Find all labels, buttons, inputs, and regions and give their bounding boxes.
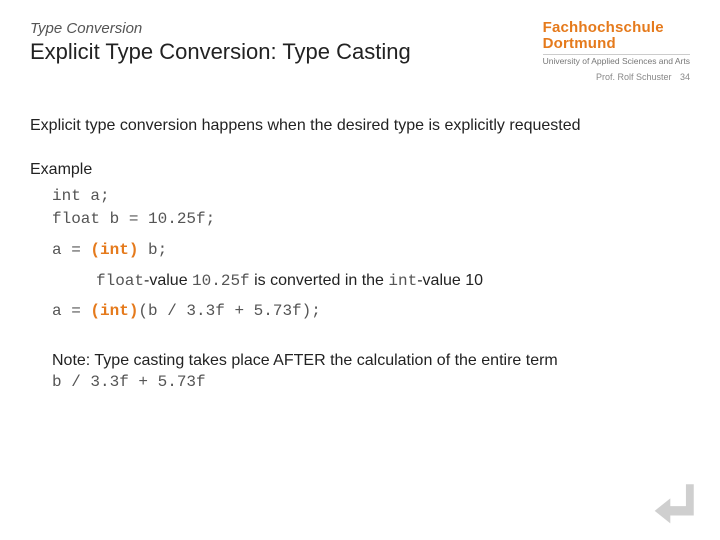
institution-logo: Fachhochschule Dortmund University of Ap… — [543, 20, 690, 65]
logo-subtitle: University of Applied Sciences and Arts — [543, 54, 690, 66]
cast-keyword: (int) — [90, 241, 138, 259]
explain-text: is converted in the — [250, 272, 389, 289]
logo-line1: Fachhochschule — [543, 20, 690, 36]
page-number: 34 — [680, 72, 690, 82]
example-label: Example — [30, 159, 690, 181]
code-line-4: a = (int)(b / 3.3f + 5.73f); — [52, 301, 690, 322]
code-text: b; — [138, 241, 167, 259]
slide: Type Conversion Explicit Type Conversion… — [0, 0, 720, 540]
code-text: a = — [52, 241, 90, 259]
cast-keyword: (int) — [90, 302, 138, 320]
code-line-2: float b = 10.25f; — [52, 209, 690, 230]
code-line-1: int a; — [52, 186, 690, 207]
note-term: b / 3.3f + 5.73f — [30, 372, 690, 394]
code-explanation: float-value 10.25f is converted in the i… — [52, 271, 690, 292]
return-icon[interactable] — [650, 478, 700, 528]
explain-text: -value 10 — [417, 272, 483, 289]
code-text: (b / 3.3f + 5.73f); — [138, 302, 320, 320]
header: Type Conversion Explicit Type Conversion… — [30, 20, 690, 90]
code-text: a = — [52, 302, 90, 320]
explain-text: -value — [144, 272, 192, 289]
slide-meta: Prof. Rolf Schuster 34 — [596, 72, 690, 82]
code-block: int a; float b = 10.25f; a = (int) b; fl… — [30, 186, 690, 322]
logo-line2: Dortmund — [543, 36, 690, 52]
author-name: Prof. Rolf Schuster — [596, 72, 672, 82]
slide-body: Explicit type conversion happens when th… — [30, 115, 690, 393]
explain-mono: float — [96, 272, 144, 290]
explain-mono: 10.25f — [192, 272, 250, 290]
explain-mono: int — [388, 272, 417, 290]
note-text: Note: Type casting takes place AFTER the… — [30, 350, 690, 372]
code-line-3: a = (int) b; — [52, 240, 690, 261]
intro-paragraph: Explicit type conversion happens when th… — [30, 115, 690, 137]
